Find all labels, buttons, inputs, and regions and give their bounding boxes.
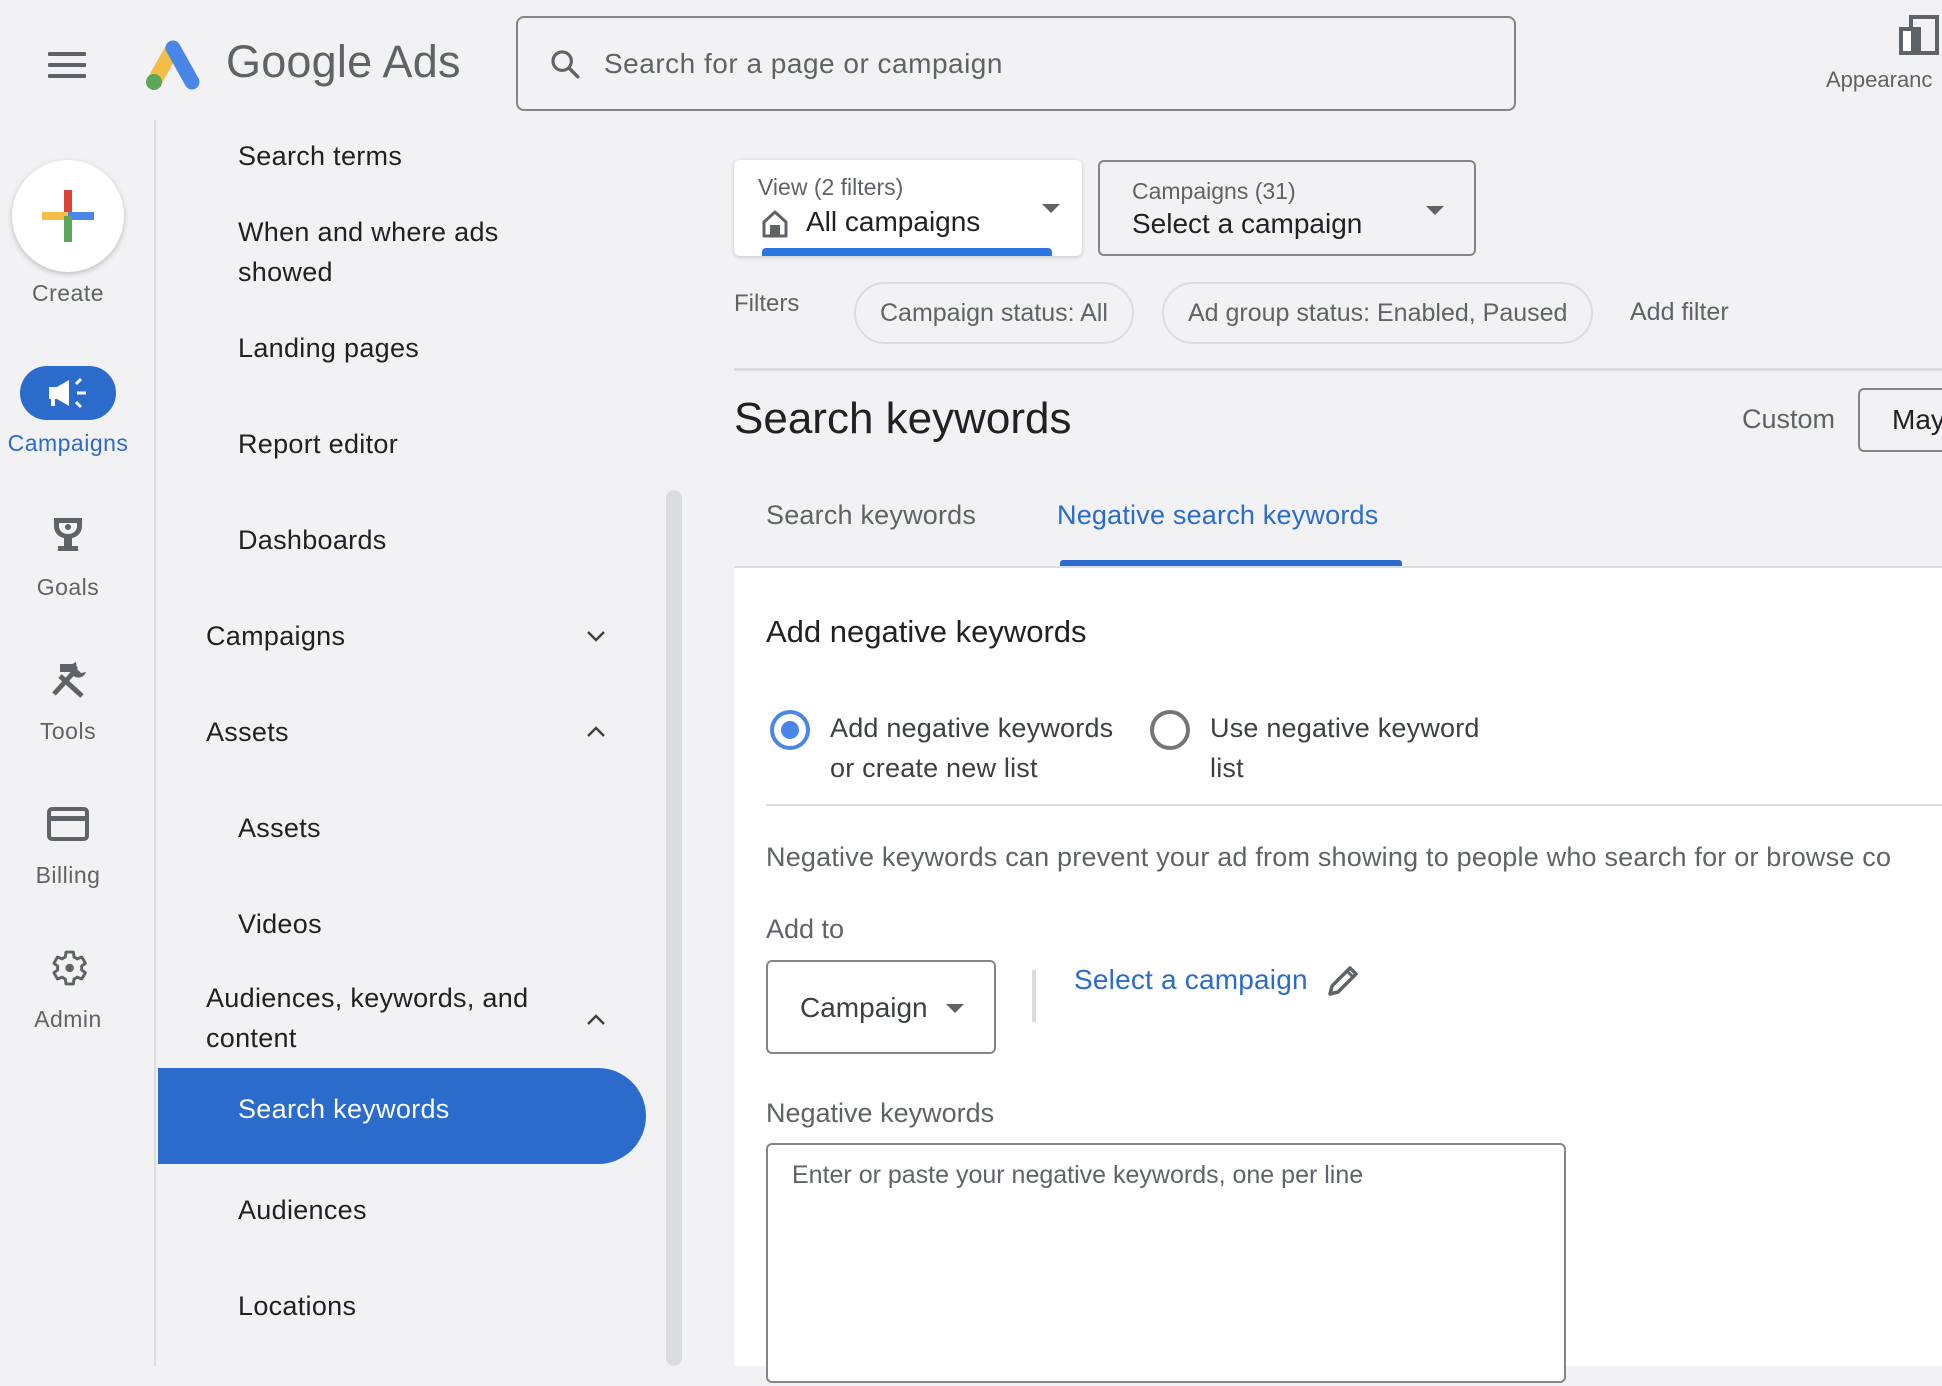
rail-item-campaigns[interactable] [20,366,116,420]
select-campaign-link[interactable]: Select a campaign [1074,964,1308,996]
nav-item-assets[interactable]: Assets [238,808,321,848]
radio-label-line: list [1210,753,1244,783]
trophy-icon [54,518,82,551]
dropdown-arrow-icon [946,1004,964,1013]
secondary-nav: Search terms When and where ads showed L… [158,120,678,1366]
add-to-value: Campaign [800,992,928,1023]
filter-chip-campaign-status[interactable]: Campaign status: All [854,282,1134,344]
campaign-selector-dropdown[interactable]: Campaigns (31) Select a campaign [1098,160,1476,256]
tab-negative-search-keywords[interactable]: Negative search keywords [1057,500,1378,531]
negative-keywords-textarea[interactable] [768,1145,1564,1381]
radio-use-negative-keyword-list-label[interactable]: Use negative keyword list [1210,708,1480,788]
divider [766,804,1942,806]
rail-item-admin[interactable] [40,946,96,990]
nav-item-when-where-ads-showed[interactable]: When and where ads showed [238,212,558,292]
filter-chip-ad-group-status[interactable]: Ad group status: Enabled, Paused [1162,282,1594,344]
radio-label-line: or create new list [830,753,1038,783]
gear-icon [52,950,87,986]
brand-name: Google Ads [226,36,461,87]
appearance-label: Appearanc [1826,67,1933,92]
google-ads-logo-icon [146,40,200,90]
appearance-button[interactable]: Appearanc [1826,14,1942,93]
rail-label-admin[interactable]: Admin [0,1006,136,1033]
rail-label-tools[interactable]: Tools [0,718,136,745]
nav-item-landing-pages[interactable]: Landing pages [238,328,419,368]
add-to-dropdown[interactable]: Campaign [766,960,996,1054]
add-filter-button[interactable]: Add filter [1630,298,1729,327]
global-search[interactable] [516,16,1516,111]
chevron-up-icon[interactable] [584,720,608,744]
main-menu-button[interactable] [48,52,86,78]
divider [734,368,1942,371]
search-input[interactable] [604,47,1484,80]
vertical-divider [1032,970,1036,1022]
dropdown-arrow-icon [1042,204,1060,213]
pencil-edit-icon[interactable] [1322,962,1362,1002]
nav-scrollbar[interactable] [666,490,682,1366]
radio-add-negative-keywords-label[interactable]: Add negative keywords or create new list [830,708,1113,788]
active-indicator [762,248,1052,256]
campaign-selector-value: Select a campaign [1132,208,1363,239]
megaphone-icon [49,377,86,409]
hamburger-line [48,63,86,67]
dropdown-arrow-icon [1426,206,1444,215]
rail-label-billing[interactable]: Billing [0,862,136,889]
rail-label-campaigns[interactable]: Campaigns [0,430,136,457]
create-label: Create [31,280,105,306]
rail-item-goals[interactable] [40,514,96,558]
chevron-up-icon[interactable] [584,1008,608,1032]
search-icon [551,49,580,78]
filters-label: Filters [734,290,800,317]
hamburger-line [48,74,86,78]
negative-keywords-description: Negative keywords can prevent your ad fr… [766,842,1892,872]
appearance-icon [1899,15,1939,55]
nav-item-search-keywords[interactable]: Search keywords [158,1068,646,1164]
negative-keywords-label: Negative keywords [766,1098,995,1128]
nav-item-audiences[interactable]: Audiences [238,1190,367,1230]
nav-item-report-editor[interactable]: Report editor [238,424,398,464]
date-range-button[interactable]: May [1858,388,1942,452]
radio-label-line: Use negative keyword [1210,713,1480,743]
radio-label-line: Add negative keywords [830,713,1114,743]
campaign-count-label: Campaigns (31) [1132,178,1296,204]
view-filter-value: All campaigns [806,206,981,237]
view-filter-label: View (2 filters) [758,174,904,200]
hamburger-menu-icon [48,52,86,56]
tools-icon [52,662,86,698]
radio-add-negative-keywords[interactable] [770,710,810,750]
add-to-label: Add to [766,914,845,944]
nav-item-search-terms[interactable]: Search terms [238,136,402,176]
page-title: Search keywords [734,394,1072,443]
view-filter-dropdown[interactable]: View (2 filters) All campaigns [734,160,1082,256]
nav-section-audiences-keywords-content[interactable]: Audiences, keywords, and content [206,978,586,1058]
nav-item-search-keywords-label: Search keywords [238,1094,450,1124]
rail-item-tools[interactable] [40,658,96,702]
nav-item-locations[interactable]: Locations [238,1286,356,1326]
tab-search-keywords[interactable]: Search keywords [766,500,976,531]
rail-item-billing[interactable] [40,802,96,846]
date-range-label: Custom [1742,404,1836,434]
panel-title: Add negative keywords [766,614,1087,649]
nav-item-dashboards[interactable]: Dashboards [238,520,387,560]
credit-card-icon [47,807,89,841]
home-icon [762,210,788,238]
create-button[interactable] [12,160,124,272]
plus-icon [42,190,94,242]
nav-item-videos[interactable]: Videos [238,904,322,944]
negative-keywords-field[interactable] [766,1143,1566,1383]
radio-use-negative-keyword-list[interactable] [1150,710,1190,750]
rail-label-goals[interactable]: Goals [0,574,136,601]
chevron-down-icon[interactable] [584,624,608,648]
nav-section-campaigns[interactable]: Campaigns [206,616,345,656]
nav-section-assets[interactable]: Assets [206,712,289,752]
